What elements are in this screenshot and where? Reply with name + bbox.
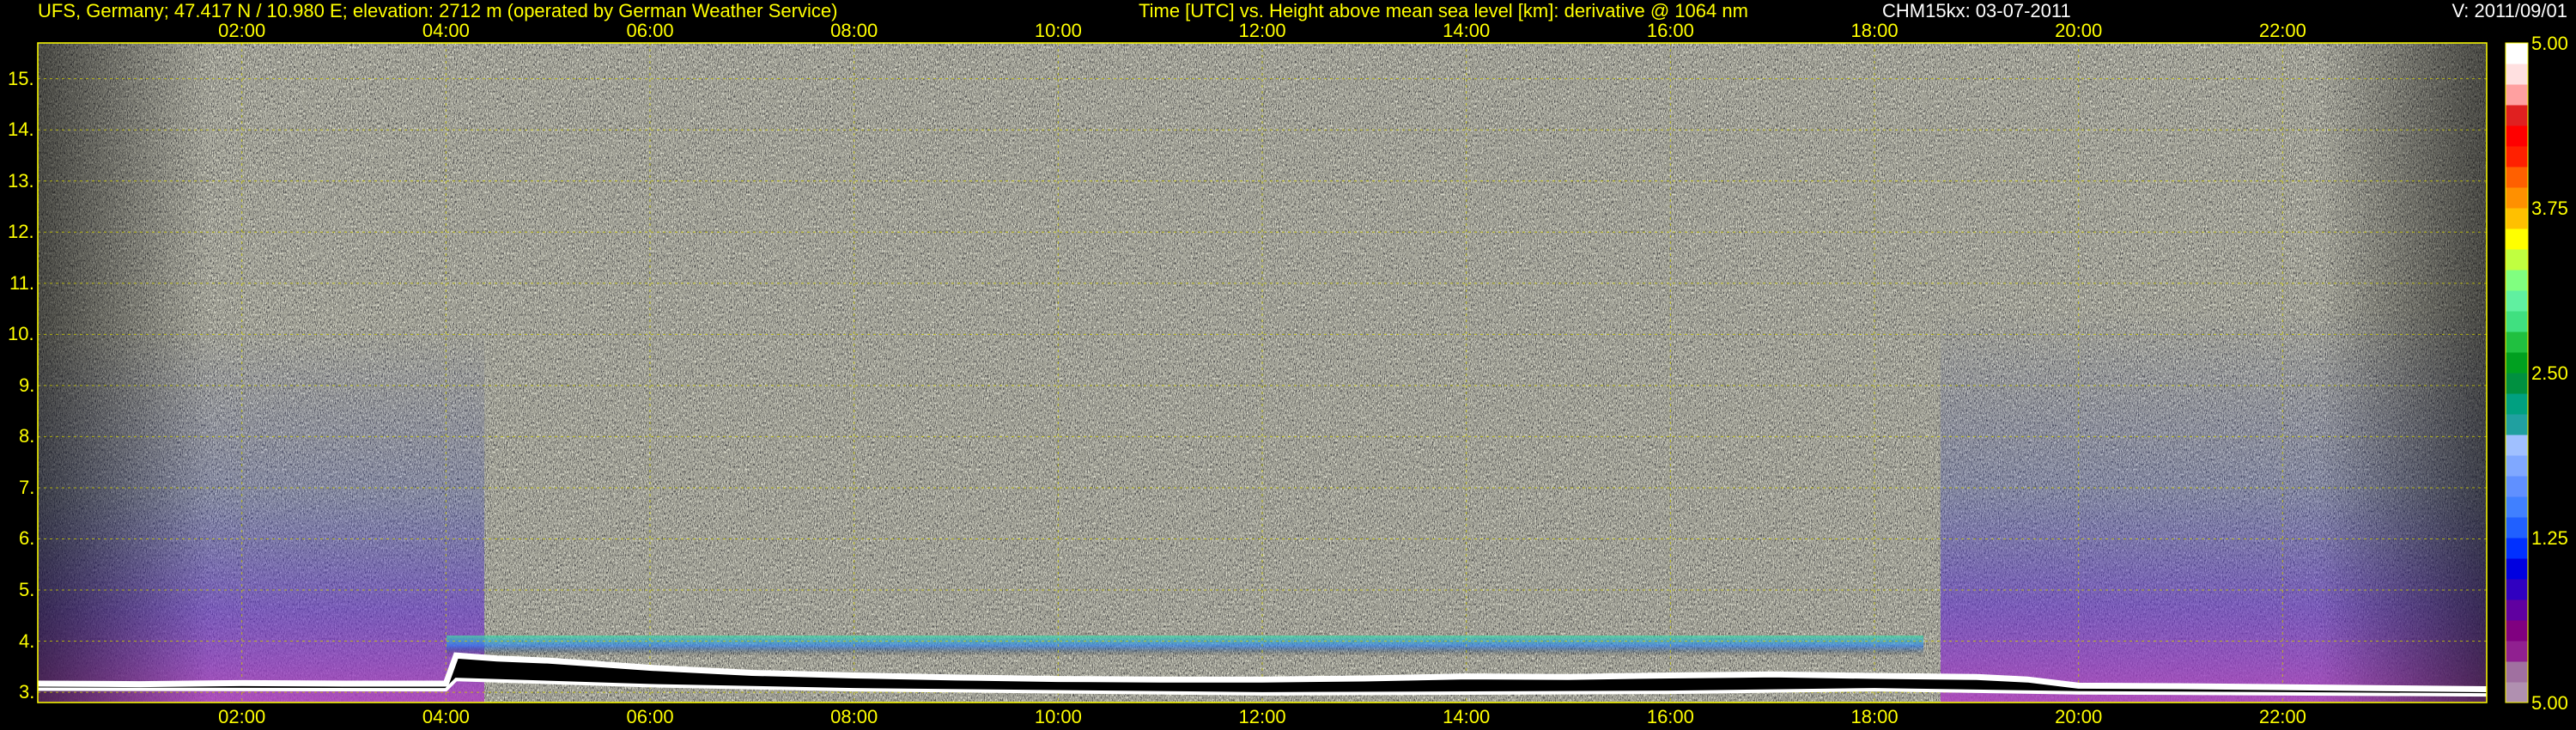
x-tick-bottom: 08:00 [830,706,878,727]
colorbar-segment [2506,146,2528,167]
colorbar-segment [2506,332,2528,353]
x-tick-top: 18:00 [1850,20,1899,41]
x-tick-bottom: 10:00 [1034,706,1082,727]
y-tick: 12. [8,221,34,243]
y-tick: 3. [19,681,35,703]
y-tick: 11. [9,271,34,294]
colorbar-tick: 5.00 [2531,692,2568,714]
y-tick: 6. [19,527,35,550]
lidar-heatmap-chart [37,42,2529,703]
colorbar-segment [2506,64,2528,85]
x-tick-top: 22:00 [2258,20,2306,41]
colorbar-segment [2506,641,2528,662]
x-tick-top: 20:00 [2055,20,2103,41]
colorbar-segment [2506,167,2528,188]
colorbar-segment [2506,661,2528,683]
colorbar-tick: 1.25 [2531,527,2568,549]
colorbar-segment [2506,249,2528,271]
colorbar-segment [2506,558,2528,580]
y-tick: 10. [8,323,34,345]
colorbar-segment [2506,125,2528,147]
x-tick-top: 04:00 [422,20,470,41]
colorbar-segment [2506,311,2528,332]
colorbar-segment [2506,290,2528,312]
colorbar-segment [2506,43,2528,64]
x-tick-top: 02:00 [218,20,266,41]
x-tick-bottom: 04:00 [422,706,470,727]
colorbar-segment [2506,187,2528,209]
y-tick: 9. [19,374,35,396]
y-tick: 5. [19,579,35,601]
x-tick-top: 06:00 [626,20,674,41]
y-tick: 8. [19,425,35,447]
edge-fade-left [38,43,210,703]
colorbar-segment [2506,105,2528,126]
colorbar-segment [2506,455,2528,477]
boundary-layer-glow [447,636,1923,656]
x-tick-bottom: 14:00 [1443,706,1491,727]
colorbar-segment [2506,84,2528,106]
y-tick: 13. [8,169,34,192]
x-tick-top: 14:00 [1443,20,1491,41]
x-tick-bottom: 18:00 [1850,706,1899,727]
x-tick-top: 16:00 [1646,20,1694,41]
colorbar-segment [2506,682,2528,703]
colorbar-segment [2506,599,2528,621]
colorbar-segment [2506,517,2528,538]
x-tick-bottom: 16:00 [1646,706,1694,727]
x-tick-top: 10:00 [1034,20,1082,41]
colorbar [2505,42,2529,703]
y-tick: 7. [19,476,35,498]
x-tick-bottom: 12:00 [1238,706,1286,727]
x-tick-top: 12:00 [1238,20,1286,41]
x-tick-bottom: 20:00 [2055,706,2103,727]
colorbar-segment [2506,352,2528,374]
colorbar-tick: 2.50 [2531,362,2568,384]
heatmap-area [38,43,2487,703]
edge-fade-right [2318,43,2487,703]
colorbar-segment [2506,373,2528,394]
x-tick-bottom: 02:00 [218,706,266,727]
y-tick: 15. [8,67,34,89]
y-tick: 4. [19,630,35,652]
version-label: V: 2011/09/01 [2451,0,2567,21]
colorbar-segment [2506,435,2528,456]
colorbar-segment [2506,414,2528,435]
colorbar-segment [2506,476,2528,497]
x-tick-bottom: 22:00 [2258,706,2306,727]
colorbar-segment [2506,620,2528,642]
colorbar-segment [2506,270,2528,291]
colorbar-tick: 5.00 [2531,33,2568,54]
colorbar-segment [2506,579,2528,600]
colorbar-segment [2506,538,2528,559]
device-date: CHM15kx: 03-07-2011 [1882,0,2071,21]
colorbar-segment [2506,208,2528,229]
colorbar-tick: 3.75 [2531,198,2568,219]
colorbar-segment [2506,496,2528,518]
y-tick: 14. [8,119,34,141]
x-tick-top: 08:00 [830,20,878,41]
colorbar-segment [2506,393,2528,415]
colorbar-segment [2506,228,2528,250]
x-tick-bottom: 06:00 [626,706,674,727]
